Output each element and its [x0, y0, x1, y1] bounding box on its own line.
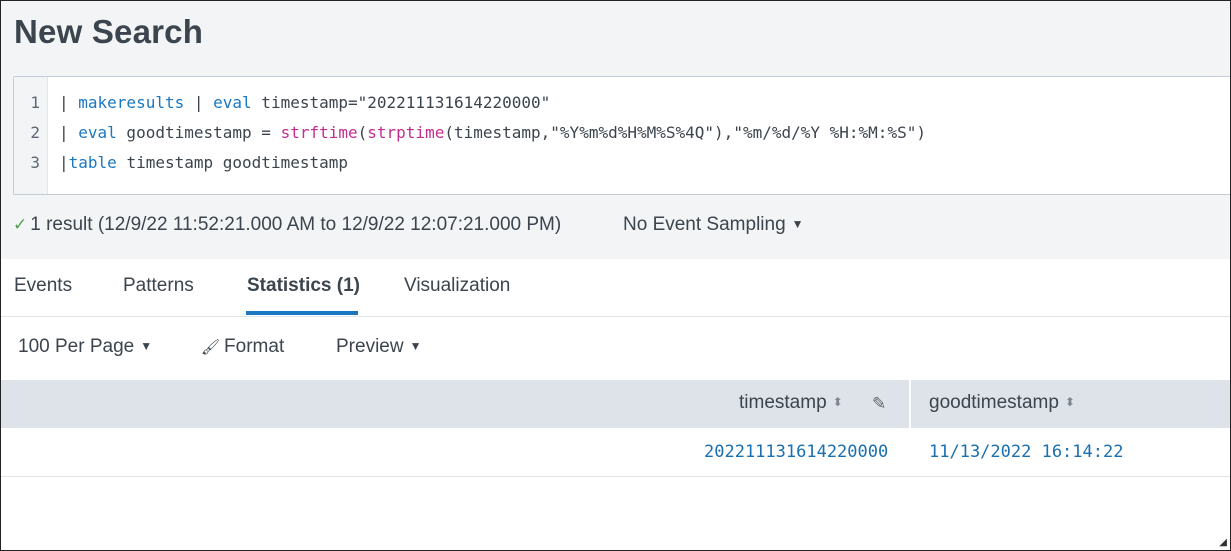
result-count-text: 1 result (12/9/22 11:52:21.000 AM to 12/… [30, 214, 562, 235]
per-page-label: 100 Per Page [18, 336, 135, 357]
pipe-token: | [184, 93, 214, 112]
column-divider [909, 380, 911, 428]
function-token: strftime [280, 123, 358, 142]
tab-patterns[interactable]: Patterns [123, 275, 194, 297]
event-sampling-label: No Event Sampling [623, 214, 786, 235]
line-number: 2 [30, 123, 40, 142]
line-number: 3 [30, 153, 40, 172]
command-token: eval [78, 123, 117, 142]
line-number-gutter: 1 2 3 [14, 77, 48, 194]
caret-down-icon: ▼ [791, 217, 804, 231]
argument-token: timestamp goodtimestamp [116, 153, 348, 172]
column-header-label: timestamp [739, 392, 827, 413]
search-page: New Search 1 2 3 | makeresults | eval ti… [0, 0, 1231, 551]
argument-token: timestamp="202211131614220000" [251, 93, 551, 112]
check-icon: ✓ [13, 215, 28, 234]
table-header: timestamp ⬍ goodtimestamp ⬍ [1, 380, 1230, 428]
tab-statistics[interactable]: Statistics (1) [247, 275, 360, 297]
command-token: eval [213, 93, 252, 112]
query-line-2[interactable]: | eval goodtimestamp = strftime(strptime… [59, 123, 926, 142]
search-header: New Search 1 2 3 | makeresults | eval ti… [1, 1, 1230, 259]
format-button[interactable]: 🖌 Format [201, 336, 284, 358]
paren-token: ( [357, 123, 368, 142]
command-token: makeresults [78, 93, 185, 112]
line-number: 1 [30, 93, 40, 112]
table-row: 202211131614220000 11/13/2022 16:14:22 [1, 428, 1230, 477]
cell-timestamp[interactable]: 202211131614220000 [704, 442, 888, 462]
sort-icon[interactable]: ⬍ [833, 396, 843, 408]
format-label: Format [224, 336, 285, 357]
argument-token: (timestamp,"%Y%m%d%H%M%S%4Q"),"%m/%d/%Y … [444, 123, 926, 142]
pipe-token: | [59, 153, 69, 172]
cell-goodtimestamp[interactable]: 11/13/2022 16:14:22 [929, 442, 1123, 462]
query-line-3[interactable]: |table timestamp goodtimestamp [59, 153, 348, 172]
caret-down-icon: ▼ [409, 339, 422, 353]
command-token: table [68, 153, 117, 172]
argument-token: goodtimestamp = [116, 123, 281, 142]
event-sampling-dropdown[interactable]: No Event Sampling ▼ [623, 214, 804, 236]
pipe-token: | [59, 123, 79, 142]
preview-dropdown[interactable]: Preview ▼ [336, 336, 421, 358]
resize-grip-icon[interactable]: ◢ [1219, 537, 1227, 548]
result-status: ✓ 1 result (12/9/22 11:52:21.000 AM to 12… [13, 214, 561, 236]
query-line-1[interactable]: | makeresults | eval timestamp="20221113… [59, 93, 550, 112]
sort-icon[interactable]: ⬍ [1065, 396, 1075, 408]
tab-visualization[interactable]: Visualization [404, 275, 510, 297]
results-tabs: Events Patterns Statistics (1) Visualiza… [1, 259, 1230, 317]
column-header-goodtimestamp[interactable]: goodtimestamp ⬍ [929, 392, 1075, 414]
preview-label: Preview [336, 336, 404, 357]
tab-events[interactable]: Events [14, 275, 72, 297]
active-tab-indicator [246, 311, 358, 315]
pipe-token: | [59, 93, 79, 112]
function-token: strptime [367, 123, 445, 142]
per-page-dropdown[interactable]: 100 Per Page ▼ [18, 336, 152, 358]
caret-down-icon: ▼ [140, 339, 153, 353]
page-title: New Search [14, 13, 204, 50]
search-query-editor[interactable]: 1 2 3 | makeresults | eval timestamp="20… [13, 76, 1230, 195]
pencil-icon[interactable]: ✎ [872, 394, 886, 414]
brush-icon: 🖌 [201, 339, 221, 356]
column-header-label: goodtimestamp [929, 392, 1059, 413]
column-header-timestamp[interactable]: timestamp ⬍ [739, 392, 843, 414]
